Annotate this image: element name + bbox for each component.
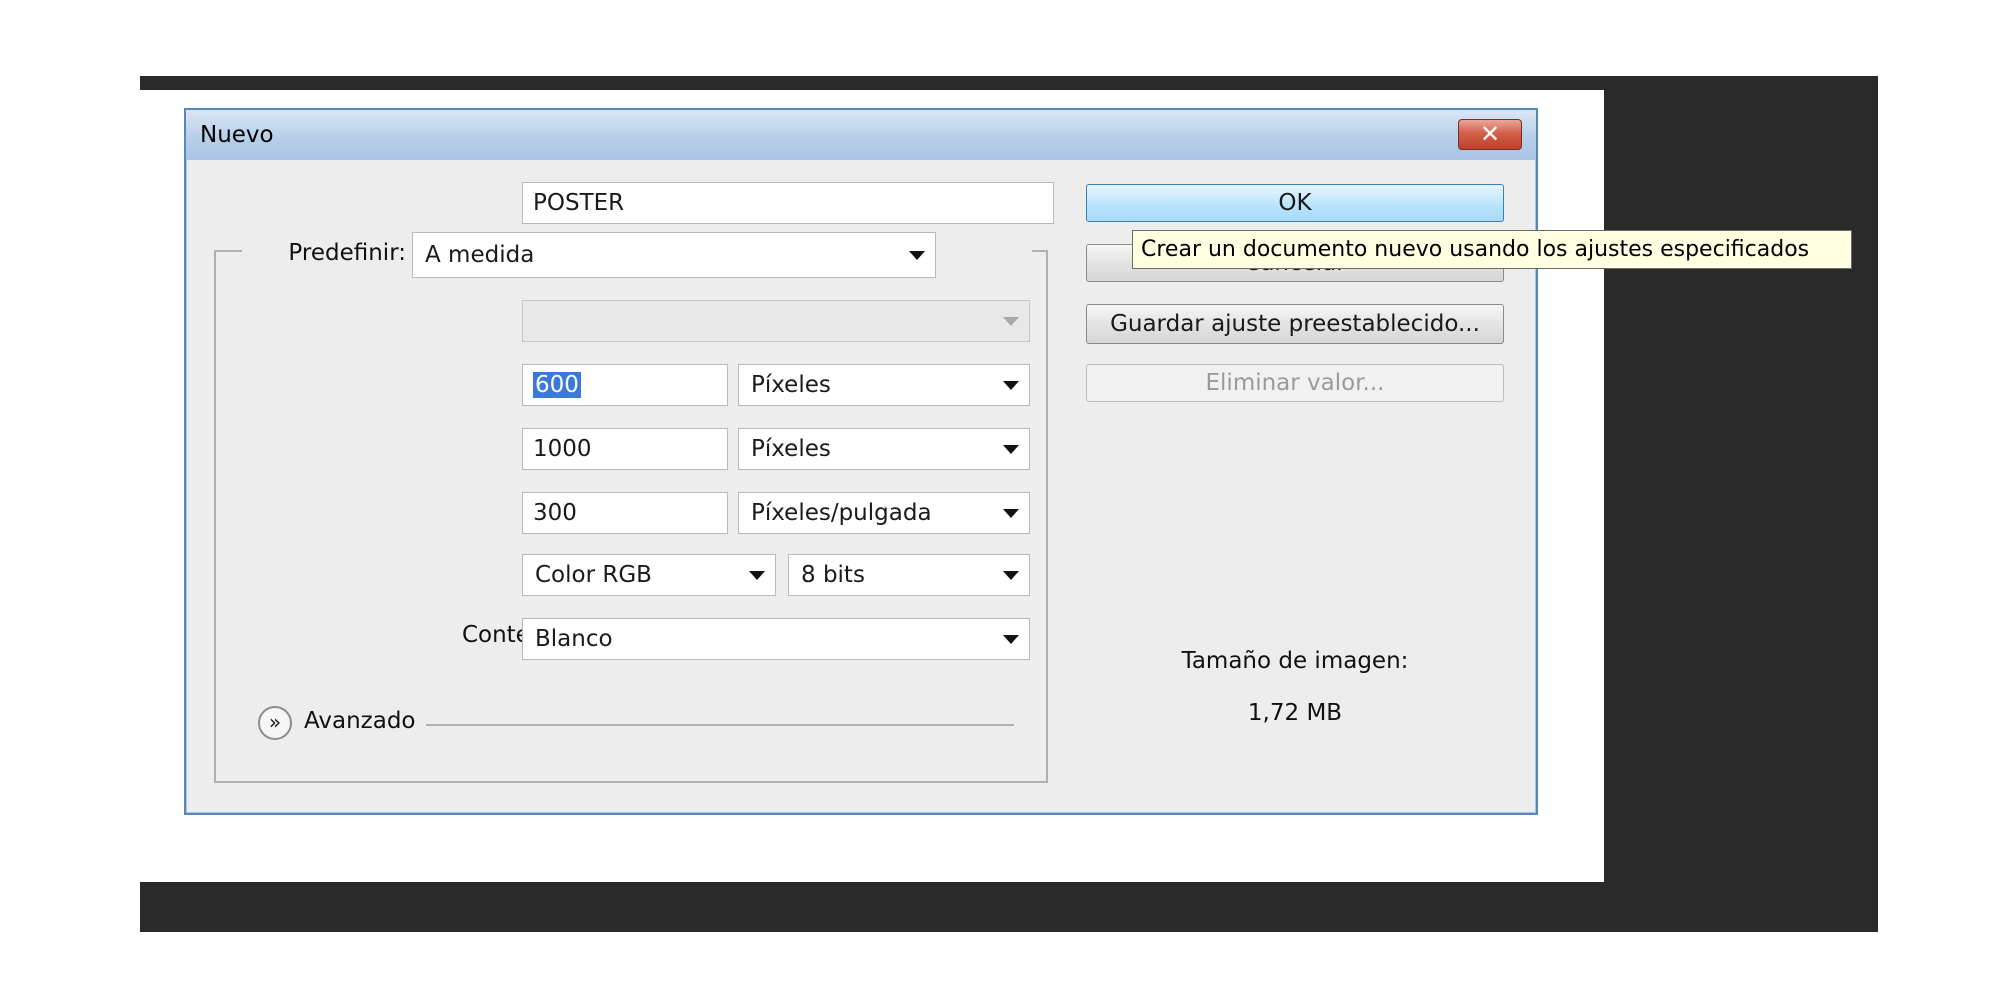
workspace-background-right <box>1604 76 1878 932</box>
delete-preset-button: Eliminar valor... <box>1086 364 1504 402</box>
ok-button-tooltip: Crear un documento nuevo usando los ajus… <box>1132 230 1852 269</box>
name-input-value: POSTER <box>533 190 625 216</box>
chevron-down-icon <box>1003 317 1019 326</box>
advanced-divider <box>426 724 1014 726</box>
chevron-down-icon <box>749 571 765 580</box>
height-unit-select[interactable]: Píxeles <box>738 428 1030 470</box>
save-preset-button[interactable]: Guardar ajuste preestablecido... <box>1086 304 1504 344</box>
chevron-down-icon <box>1003 571 1019 580</box>
save-preset-button-label: Guardar ajuste preestablecido... <box>1110 311 1480 337</box>
width-unit-select[interactable]: Píxeles <box>738 364 1030 406</box>
height-input[interactable]: 1000 <box>522 428 728 470</box>
ok-button-label: OK <box>1278 190 1312 216</box>
chevron-down-icon <box>1003 445 1019 454</box>
advanced-toggle-button[interactable]: » <box>258 706 292 740</box>
resolution-input-value: 300 <box>533 500 577 526</box>
width-input[interactable]: 600 <box>522 364 728 406</box>
background-contents-value: Blanco <box>535 626 613 652</box>
chevron-down-icon <box>909 251 925 260</box>
close-button[interactable]: ✕ <box>1458 119 1522 150</box>
preset-select[interactable]: A medida <box>412 232 936 278</box>
preset-select-value: A medida <box>425 242 535 268</box>
name-input[interactable]: POSTER <box>522 182 1054 224</box>
color-mode-value: Color RGB <box>535 562 652 588</box>
image-size-value: 1,72 MB <box>1247 700 1343 726</box>
dialog-titlebar[interactable]: Nuevo ✕ <box>186 110 1536 160</box>
height-input-value: 1000 <box>533 436 592 462</box>
background-contents-select[interactable]: Blanco <box>522 618 1030 660</box>
width-unit-value: Píxeles <box>751 372 831 398</box>
chevron-down-icon <box>1003 635 1019 644</box>
advanced-label: Avanzado <box>304 708 416 734</box>
new-document-dialog: Nuevo ✕ Nombre: POSTER Predefinir: A med… <box>184 108 1538 815</box>
resolution-unit-select[interactable]: Píxeles/pulgada <box>738 492 1030 534</box>
double-chevron-down-icon: » <box>268 710 282 734</box>
tooltip-text: Crear un documento nuevo usando los ajus… <box>1141 237 1810 262</box>
chevron-down-icon <box>1003 381 1019 390</box>
width-input-value: 600 <box>533 372 581 398</box>
image-size-label: Tamaño de imagen: <box>1181 648 1409 674</box>
chevron-down-icon <box>1003 509 1019 518</box>
resolution-unit-value: Píxeles/pulgada <box>751 500 932 526</box>
ok-button[interactable]: OK <box>1086 184 1504 222</box>
bit-depth-select[interactable]: 8 bits <box>788 554 1030 596</box>
color-mode-select[interactable]: Color RGB <box>522 554 776 596</box>
dialog-title: Nuevo <box>200 122 274 148</box>
bit-depth-value: 8 bits <box>801 562 865 588</box>
delete-preset-button-label: Eliminar valor... <box>1205 370 1385 396</box>
preset-label: Predefinir: <box>288 240 406 266</box>
resolution-input[interactable]: 300 <box>522 492 728 534</box>
workspace-background-bottom <box>140 882 1878 932</box>
close-icon: ✕ <box>1479 120 1501 148</box>
size-select <box>522 300 1030 342</box>
height-unit-value: Píxeles <box>751 436 831 462</box>
